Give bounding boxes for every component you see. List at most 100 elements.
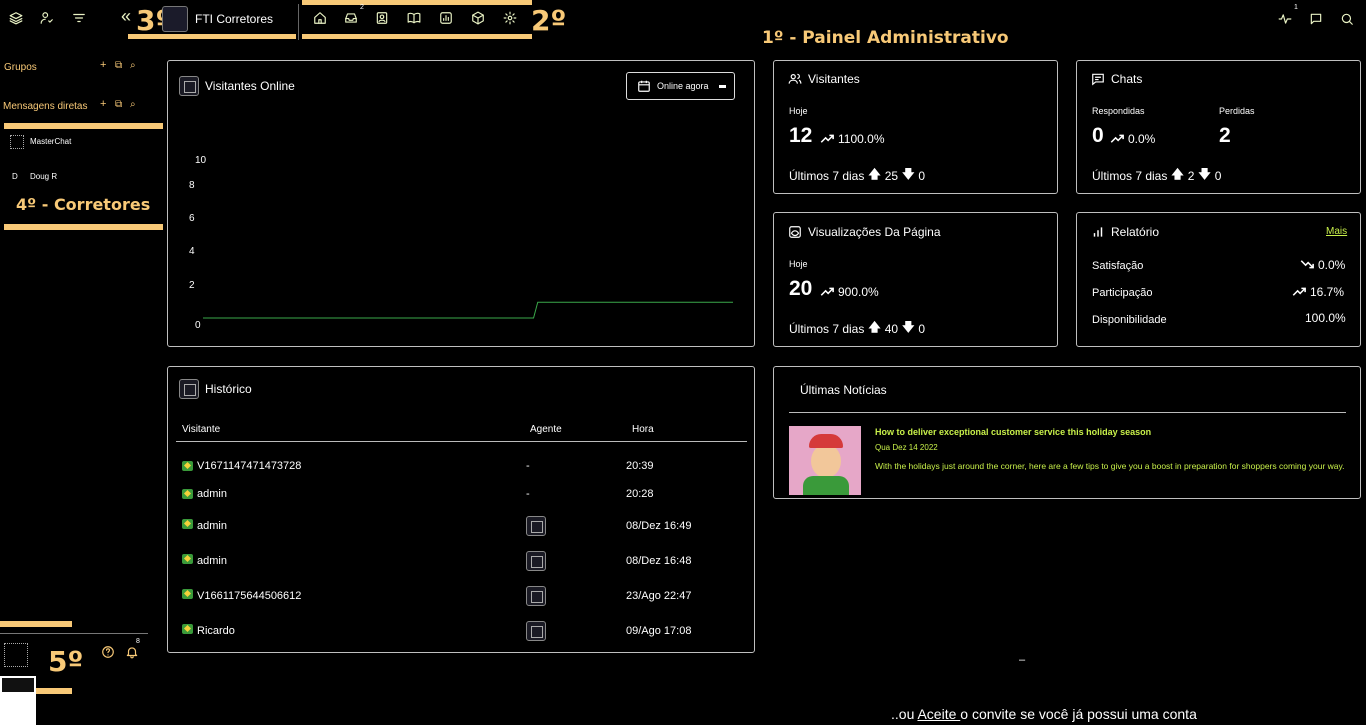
bell-icon[interactable]: [124, 644, 140, 660]
table-row[interactable]: V1661175644506612 23/Ago 22:47: [182, 584, 742, 606]
annotation-underline-2: [302, 34, 532, 39]
annotation-step-2: 2º: [531, 4, 567, 37]
week-up-value: 2: [1187, 168, 1195, 183]
contact-doug-r[interactable]: D Doug R: [8, 169, 158, 187]
home-icon[interactable]: [312, 10, 328, 26]
app-name[interactable]: FTI Corretores: [195, 12, 273, 26]
table-row[interactable]: admin 08/Dez 16:49: [182, 514, 742, 536]
report-row-value: 0.0%: [1300, 257, 1345, 272]
week-down-value: 0: [918, 168, 926, 183]
pageviews-today-value: 20: [789, 277, 813, 300]
arrow-down-icon: 🡇: [902, 167, 915, 181]
annotation-underline-3: [128, 34, 296, 39]
widget-logo-icon: [179, 379, 199, 399]
book-icon[interactable]: [406, 10, 422, 26]
series-line-0: [203, 301, 733, 319]
contact-masterchat[interactable]: MasterChat: [8, 134, 158, 152]
direct-messages-label: Mensagens diretas: [3, 101, 88, 112]
user-avatar[interactable]: [4, 643, 28, 667]
visitors-online-line-chart: [203, 301, 733, 319]
time-value: 20:39: [626, 460, 654, 472]
visitor-name: V1671147471473728: [197, 460, 302, 472]
pageviews-week: Últimos 7 dias 🡅 40 🡇 0: [789, 318, 925, 339]
availability-value: 100.0%: [1305, 311, 1346, 325]
column-header-visitor: Visitante: [182, 424, 221, 435]
brazil-flag-icon: [182, 489, 193, 499]
visitors-card-header: Visitantes: [788, 72, 860, 86]
visitor-name: admin: [197, 555, 227, 567]
chats-card-title: Chats: [1111, 72, 1143, 86]
collapse-sidebar-icon[interactable]: «: [121, 6, 131, 27]
visitor-name: admin: [197, 520, 227, 532]
trending-up-icon: [820, 287, 834, 296]
activity-icon[interactable]: [1277, 11, 1293, 27]
column-header-agent: Agente: [530, 424, 562, 435]
time-value: 09/Ago 17:08: [626, 625, 692, 637]
chat-bubble-icon[interactable]: [1308, 11, 1324, 27]
agent-value: -: [526, 460, 530, 472]
settings-gear-icon[interactable]: [502, 10, 518, 26]
table-row[interactable]: admin 08/Dez 16:48: [182, 549, 742, 571]
avatar: [10, 135, 24, 149]
week-up-value: 40: [884, 321, 899, 336]
news-date: Qua Dez 14 2022: [875, 443, 938, 452]
chats-week: Últimos 7 dias 🡅 2 🡇 0: [1092, 165, 1221, 186]
report-row-value: 16.7%: [1292, 284, 1344, 299]
copy-group-icon[interactable]: ⧉: [115, 60, 122, 71]
dashboard-title: 1º - Painel Administrativo: [762, 28, 1009, 48]
y-tick: 4: [189, 246, 195, 257]
accept-invite-link[interactable]: Aceite: [917, 706, 960, 722]
week-label: Últimos 7 dias: [1092, 168, 1168, 183]
users-icon: [788, 73, 802, 84]
visitors-online-title: Visitantes Online: [205, 79, 295, 93]
activity-badge: 1: [1294, 4, 1298, 11]
app-logo: [162, 6, 188, 32]
visitor-name: V1661175644506612: [197, 590, 302, 602]
online-now-dropdown[interactable]: Online agora: [626, 72, 735, 100]
week-label: Últimos 7 dias: [789, 168, 865, 183]
widget-logo-icon: [179, 76, 199, 96]
news-thumbnail[interactable]: [789, 426, 861, 495]
package-icon[interactable]: [470, 10, 486, 26]
brazil-flag-icon: [182, 589, 193, 599]
user-status-icon[interactable]: [39, 10, 55, 26]
search-icon[interactable]: [1339, 11, 1355, 27]
copy-dm-icon[interactable]: ⧉: [115, 99, 122, 110]
search-dm-icon[interactable]: ⌕: [130, 99, 136, 110]
thumbnail-face: [811, 444, 841, 478]
table-row[interactable]: V1671147471473728 - 20:39: [182, 456, 742, 476]
calendar-icon: [638, 80, 650, 92]
reports-icon[interactable]: [438, 10, 454, 26]
search-group-icon[interactable]: ⌕: [130, 60, 136, 71]
inbox-badge: 2: [360, 4, 364, 11]
table-row[interactable]: Ricardo 09/Ago 17:08: [182, 619, 742, 641]
contacts-icon[interactable]: [374, 10, 390, 26]
answered-value: 0: [1092, 124, 1104, 147]
trending-up-icon: [1292, 287, 1306, 296]
annotation-box-4-top: [4, 123, 163, 129]
inbox-icon[interactable]: [343, 10, 359, 26]
report-more-link[interactable]: Mais: [1326, 226, 1347, 237]
footer-suffix: o convite se você já possui uma conta: [960, 706, 1197, 722]
help-icon[interactable]: [100, 644, 116, 660]
news-summary: With the holidays just around the corner…: [875, 461, 1345, 471]
table-row[interactable]: admin - 20:28: [182, 484, 742, 504]
annotation-step-5: 5º: [48, 645, 84, 678]
time-value: 20:28: [626, 488, 654, 500]
annotation-overline-2: [302, 0, 532, 5]
add-group-icon[interactable]: +: [100, 59, 106, 71]
report-row-label: Participação: [1092, 287, 1153, 299]
time-value: 08/Dez 16:48: [626, 555, 692, 567]
news-headline[interactable]: How to deliver exceptional customer serv…: [875, 427, 1151, 437]
layers-icon[interactable]: [8, 10, 24, 26]
footer-invite: ..ou Aceite o convite se você já possui …: [891, 706, 1197, 722]
filter-icon[interactable]: [71, 10, 87, 26]
brazil-flag-icon: [182, 554, 193, 564]
add-dm-icon[interactable]: +: [100, 98, 106, 110]
online-now-label: Online agora: [657, 81, 709, 91]
avatar: D: [12, 172, 18, 181]
dash-icon: [718, 84, 726, 88]
thumbnail-hat: [809, 434, 843, 448]
column-header-time: Hora: [632, 424, 654, 435]
week-down-value: 0: [1214, 168, 1222, 183]
